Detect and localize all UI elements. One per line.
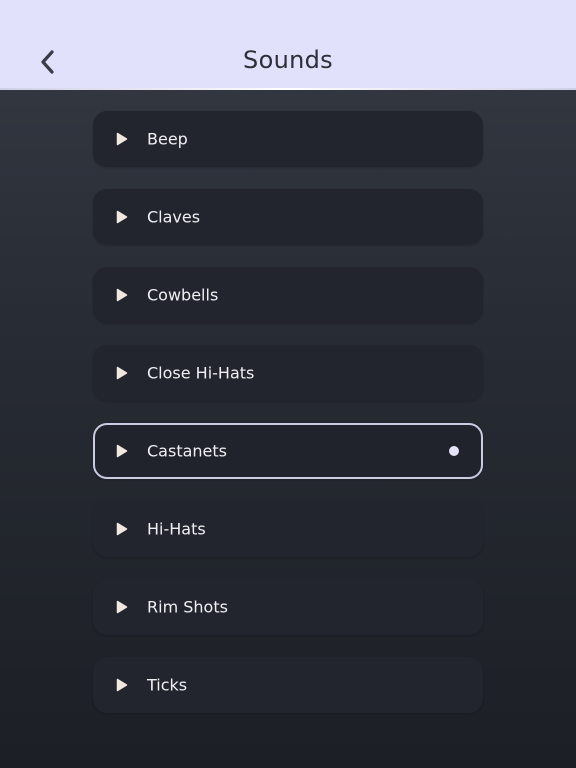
sound-item-close-hi-hats[interactable]: Close Hi-Hats xyxy=(93,345,483,401)
sound-item-claves[interactable]: Claves xyxy=(93,189,483,245)
top-bar: Sounds xyxy=(0,0,576,90)
sound-label: Claves xyxy=(147,207,201,227)
selected-indicator xyxy=(449,446,459,456)
sound-list: Beep Claves Cowbells Close Hi-Hats Casta… xyxy=(93,111,483,735)
play-icon[interactable] xyxy=(115,600,129,614)
sound-label: Beep xyxy=(147,129,188,149)
play-icon[interactable] xyxy=(115,132,129,146)
sound-label: Ticks xyxy=(147,675,188,695)
play-icon[interactable] xyxy=(115,288,129,302)
header-divider xyxy=(0,88,576,90)
sound-label: Cowbells xyxy=(147,285,219,305)
play-icon[interactable] xyxy=(115,366,129,380)
play-icon[interactable] xyxy=(115,678,129,692)
sound-item-cowbells[interactable]: Cowbells xyxy=(93,267,483,323)
play-icon[interactable] xyxy=(115,444,129,458)
page-title: Sounds xyxy=(243,46,333,74)
play-icon[interactable] xyxy=(115,210,129,224)
sound-item-castanets[interactable]: Castanets xyxy=(93,423,483,479)
sound-item-rim-shots[interactable]: Rim Shots xyxy=(93,579,483,635)
sound-label: Rim Shots xyxy=(147,597,228,617)
sound-label: Castanets xyxy=(147,441,227,461)
sound-label: Hi-Hats xyxy=(147,519,206,539)
sound-item-hi-hats[interactable]: Hi-Hats xyxy=(93,501,483,557)
play-icon[interactable] xyxy=(115,522,129,536)
sound-item-ticks[interactable]: Ticks xyxy=(93,657,483,713)
sound-item-beep[interactable]: Beep xyxy=(93,111,483,167)
sound-label: Close Hi-Hats xyxy=(147,363,255,383)
